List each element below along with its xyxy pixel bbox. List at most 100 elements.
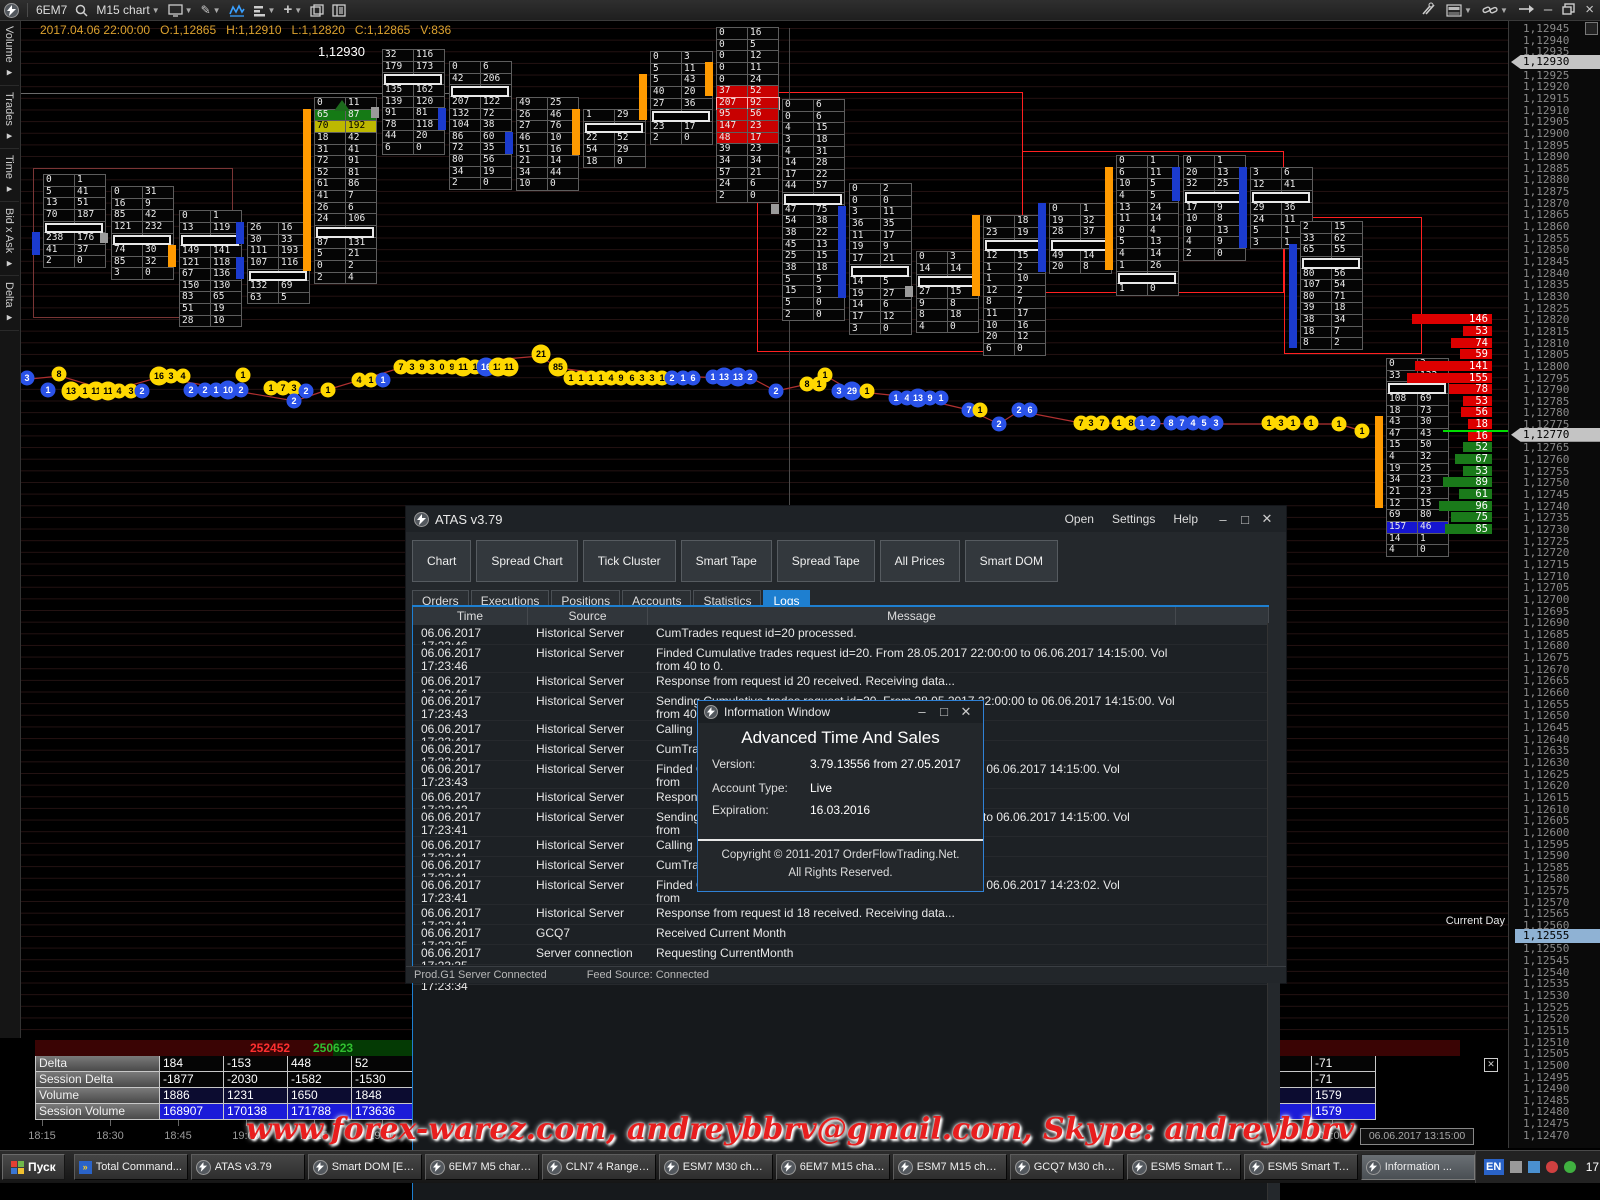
duplicate-window-button[interactable] [310,1,324,19]
footprint-cluster[interactable]: 0113119149141121118671361501308365511928… [179,210,242,327]
log-row[interactable]: 06.06.2017 17:23:35GCQ7Received Current … [413,925,1269,945]
draw-pencil-button[interactable]: ✎▼ [201,1,221,19]
scale-settings-icon[interactable] [1585,22,1598,35]
view-button-chart[interactable]: Chart [412,540,471,582]
footprint-cluster[interactable]: 01201332251791080134920 [1183,155,1246,261]
footprint-cluster[interactable]: 0351154340202736231720 [650,51,713,145]
table-cell[interactable]: 1650 [288,1088,352,1104]
layout-monitor-button[interactable]: ▼ [168,1,193,19]
maximize-button[interactable]: □ [1234,512,1256,527]
log-row[interactable]: 06.06.2017 17:23:35Server connectionRequ… [413,945,1269,965]
table-cell[interactable]: 168907 [160,1104,224,1120]
taskbar-button[interactable]: »Total Command... [74,1154,188,1180]
column-header-time[interactable]: Time [413,607,528,625]
footprint-cluster[interactable]: 0642206207122132721043886607235805634192… [449,61,512,190]
footprint-cluster[interactable]: 0116587701921842314172915281618641726624… [314,97,377,284]
footprint-cluster[interactable]: 2153362655580561075480713918383418782 [1300,221,1363,350]
view-button-all-prices[interactable]: All Prices [880,540,960,582]
minimize-button[interactable]: – [911,704,933,720]
log-row[interactable]: 06.06.2017 17:23:46Historical ServerResp… [413,673,1269,693]
sidebar-tab-trades[interactable]: Trades ▸ [0,86,19,149]
menu-help[interactable]: Help [1173,512,1198,526]
sidebar-tab-bidxask[interactable]: Bid x Ask ▸ [0,202,19,276]
table-cell[interactable]: 448 [288,1056,352,1072]
table-cell[interactable]: -1877 [160,1072,224,1088]
footprint-cluster[interactable]: 0606415318431142817224457477554383822451… [782,99,845,321]
view-button-spread-tape[interactable]: Spread Tape [777,540,875,582]
taskbar-button[interactable]: CLN7 4 RangeZ... [542,1154,656,1180]
taskbar-button[interactable]: Smart DOM [ES... [308,1154,422,1180]
search-icon[interactable] [75,1,88,19]
clock[interactable]: 17:26 [1586,1160,1600,1174]
log-row[interactable]: 06.06.2017 17:23:46Historical ServerFind… [413,645,1269,673]
dialog-titlebar[interactable]: ATAS v3.79 Open Settings Help – □ ✕ [406,506,1286,532]
table-cell[interactable]: -2030 [224,1072,288,1088]
view-button-tick-cluster[interactable]: Tick Cluster [583,540,676,582]
table-cell[interactable]: 184 [160,1056,224,1072]
taskbar-button[interactable]: 6EM7 M15 char... [776,1154,890,1180]
taskbar-button[interactable]: ESM5 Smart Tape [1244,1154,1358,1180]
taskbar-button[interactable]: ESM5 Smart Tape [1127,1154,1241,1180]
language-indicator[interactable]: EN [1484,1159,1504,1175]
column-header-message[interactable]: Message [648,607,1176,625]
taskbar-button[interactable]: GCQ7 M30 char... [1010,1154,1124,1180]
sidebar-tab-time[interactable]: Time ▸ [0,149,19,202]
column-header-source[interactable]: Source [528,607,648,625]
link-windows-button[interactable]: ▼ [1482,4,1508,16]
log-row[interactable]: 06.06.2017 17:23:46Historical ServerCumT… [413,625,1269,645]
price-scale[interactable]: 1,129451,129401,129351,129301,129251,129… [1508,20,1600,1148]
taskbar-button[interactable]: ATAS v3.79 [191,1154,305,1180]
log-table-header[interactable]: Time Source Message [413,607,1269,625]
table-cell[interactable]: -71 [1312,1056,1376,1072]
tools-icon[interactable] [1421,2,1436,19]
columns-view-button[interactable] [332,1,346,19]
table-cell[interactable]: 1886 [160,1088,224,1104]
table-cell[interactable]: -1530 [352,1072,416,1088]
minimize-button[interactable]: – [1544,4,1552,16]
close-button[interactable]: ✕ [1256,511,1278,527]
tray-icon[interactable] [1564,1161,1576,1173]
footprint-cluster[interactable]: 01823191215121101228711171016201260 [983,215,1046,356]
taskbar-button[interactable]: ESM7 M30 char... [659,1154,773,1180]
taskbar-button[interactable]: 6EM7 M5 chart ... [425,1154,539,1180]
footprint-cluster[interactable]: 03141427159881840 [916,251,979,333]
view-button-smart-dom[interactable]: Smart DOM [965,540,1058,582]
table-cell[interactable]: 1848 [352,1088,416,1104]
tray-icon[interactable] [1546,1161,1558,1173]
menu-open[interactable]: Open [1065,512,1094,526]
sidebar-tab-volume[interactable]: Volume ▸ [0,20,19,86]
view-button-smart-tape[interactable]: Smart Tape [681,540,772,582]
indicators-button[interactable]: ▼ [253,1,276,19]
footprint-cluster[interactable]: 2616303311119310711613269635 [247,222,310,304]
taskbar-button[interactable]: Information ... [1361,1154,1475,1180]
close-button[interactable]: × [1585,4,1594,16]
minimize-button[interactable]: – [1212,512,1234,527]
pin-icon[interactable] [1518,3,1534,18]
start-button[interactable]: Пуск [2,1154,65,1180]
log-row[interactable]: 06.06.2017 17:23:41Historical ServerResp… [413,905,1269,925]
period-selector[interactable]: M15 chart▼ [96,1,159,19]
footprint-cluster[interactable]: 01541135170187238176413720 [43,174,106,268]
chart-type-button[interactable] [229,1,245,19]
view-button-spread-chart[interactable]: Spread Chart [476,540,577,582]
sidebar-tab-delta[interactable]: Delta ▸ [0,276,19,331]
taskbar-button[interactable]: ESM7 M15 char... [893,1154,1007,1180]
menu-settings[interactable]: Settings [1112,512,1155,526]
window-list-button[interactable]: ▼ [1446,4,1472,17]
table-cell[interactable]: 1579 [1312,1088,1376,1104]
close-button[interactable]: ✕ [955,704,977,720]
table-cell[interactable]: -1582 [288,1072,352,1088]
table-cell[interactable]: 1231 [224,1088,288,1104]
tray-icon[interactable] [1528,1161,1540,1173]
table-cell[interactable]: -71 [1312,1072,1376,1088]
footprint-cluster[interactable]: 03116985421212327430853230 [111,186,174,280]
footprint-cluster[interactable]: 32116179173135162139120918178118442060 [382,49,445,155]
footprint-cluster[interactable]: 0160501201102437522079295561472348173923… [716,27,779,203]
table-cell[interactable]: 52 [352,1056,416,1072]
tray-icon[interactable] [1510,1161,1522,1173]
info-titlebar[interactable]: Information Window – □ ✕ [698,701,983,723]
maximize-button[interactable]: □ [933,704,955,720]
footprint-cluster[interactable]: 01193228374914208 [1049,203,1112,274]
footprint-cluster[interactable]: 0161110545132411140451341412610 [1116,155,1179,296]
footprint-cluster[interactable]: 12922525429180 [583,109,646,168]
